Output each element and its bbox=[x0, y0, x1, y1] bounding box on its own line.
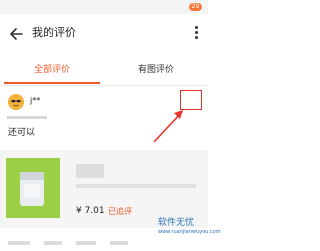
review-username: j** bbox=[30, 96, 41, 105]
review-status: 已追评 bbox=[108, 207, 132, 216]
back-arrow-icon[interactable] bbox=[8, 25, 26, 43]
status-bar: 29 bbox=[0, 0, 208, 14]
active-tab-indicator bbox=[4, 82, 100, 84]
tab-bar: 全部评价 有图评价 bbox=[0, 60, 208, 86]
review-footer-blurred bbox=[8, 232, 178, 245]
product-thumbnail bbox=[6, 158, 60, 218]
product-card[interactable]: ¥ 7.01 已追评 bbox=[0, 150, 208, 228]
watermark-text: 软件无忧 bbox=[158, 218, 195, 228]
product-price: ¥ 7.01 bbox=[76, 206, 105, 216]
watermark-url: www.ruanjianwuyou.com bbox=[158, 229, 221, 235]
notification-badge: 29 bbox=[189, 3, 202, 11]
nav-bar: 我的评价 bbox=[0, 14, 208, 54]
product-tag-blurred bbox=[76, 164, 104, 178]
tab-all-reviews[interactable]: 全部评价 bbox=[0, 64, 104, 76]
avatar-emoji-icon bbox=[8, 94, 24, 110]
watermark-logo: 软件无忧 www.ruanjianwuyou.com bbox=[158, 218, 221, 240]
review-text: 还可以 bbox=[8, 128, 36, 138]
product-title-blurred bbox=[76, 184, 196, 188]
more-dots-icon[interactable] bbox=[193, 26, 199, 42]
tab-photo-reviews[interactable]: 有图评价 bbox=[104, 64, 208, 76]
page-title: 我的评价 bbox=[32, 26, 76, 39]
review-date-blurred bbox=[7, 116, 47, 119]
annotation-arrow-icon bbox=[153, 110, 183, 143]
